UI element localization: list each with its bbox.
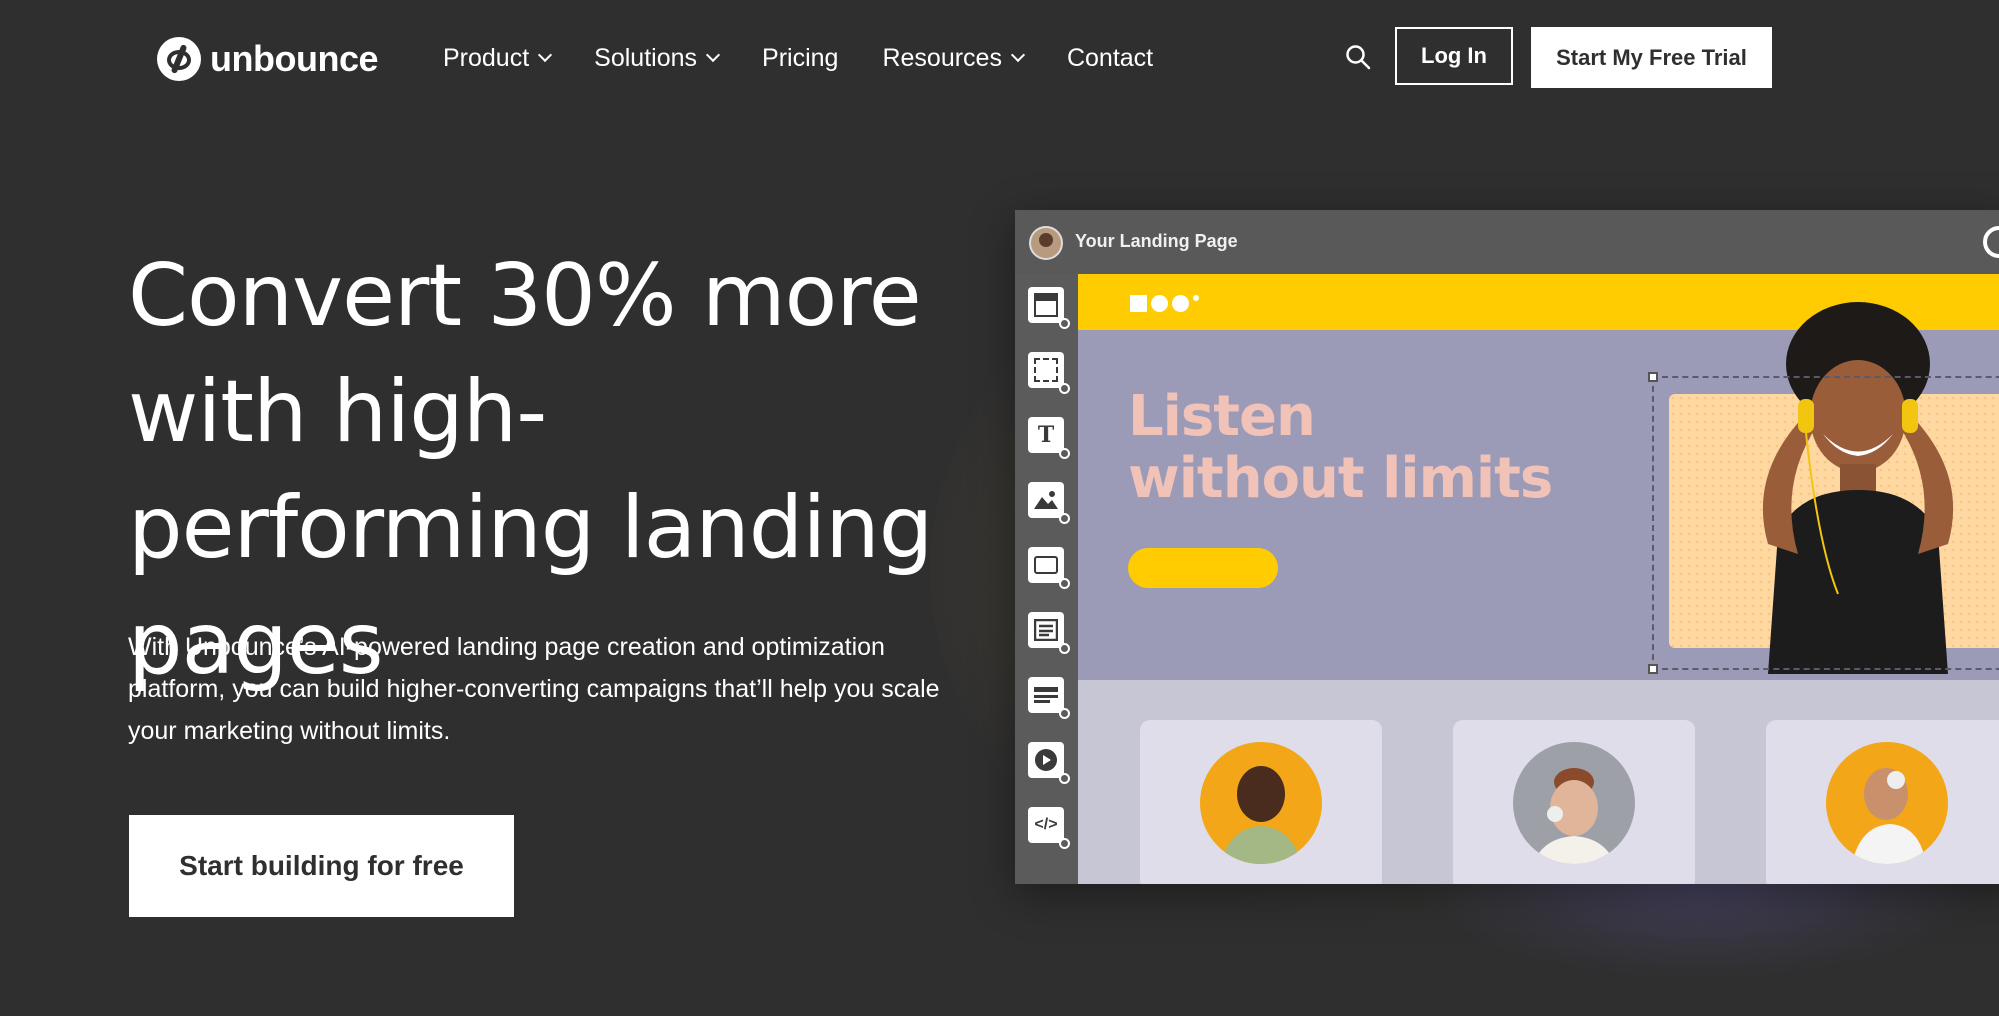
avatar (1029, 226, 1063, 260)
start-free-trial-button[interactable]: Start My Free Trial (1531, 27, 1772, 88)
builder-mockup: Your Landing Page T </> Listen without l… (1015, 210, 1999, 884)
box-icon (1028, 352, 1070, 394)
start-building-button[interactable]: Start building for free (129, 815, 514, 917)
chevron-down-icon (538, 47, 553, 63)
help-icon (1983, 226, 1999, 258)
list-icon (1028, 677, 1070, 719)
brand-name: unbounce (210, 38, 378, 79)
page-canvas: Listen without limits (1078, 274, 1999, 884)
nav-item-label: Pricing (762, 43, 839, 72)
nav-item-label: Contact (1066, 43, 1154, 72)
form-icon (1028, 612, 1070, 654)
mockup-title-bar: Your Landing Page (1015, 210, 1999, 274)
button-icon (1028, 547, 1070, 589)
unbounce-logo[interactable]: unbounce (157, 36, 378, 82)
sample-headline: Listen without limits (1128, 384, 1553, 511)
search-icon[interactable] (1345, 44, 1371, 70)
login-button[interactable]: Log In (1395, 27, 1513, 85)
nav-item-resources[interactable]: Resources (882, 38, 1026, 78)
chevron-down-icon (1010, 47, 1026, 63)
sample-cta-button (1128, 548, 1278, 588)
nav-item-label: Solutions (594, 43, 698, 72)
section-icon (1028, 287, 1070, 329)
sample-card (1453, 720, 1695, 884)
unbounce-logo-icon (157, 37, 201, 81)
sample-card-photo (1513, 742, 1635, 864)
sample-brand-logo (1130, 294, 1199, 312)
chevron-down-icon (705, 47, 721, 63)
sample-card-photo (1200, 742, 1322, 864)
text-icon: T (1028, 417, 1070, 459)
video-icon (1028, 742, 1070, 784)
main-menu: Product Solutions Pricing Resources Cont… (443, 38, 1153, 78)
sample-card (1766, 720, 1999, 884)
code-icon: </> (1028, 807, 1070, 849)
nav-item-pricing[interactable]: Pricing (762, 38, 838, 78)
sample-cards-row (1078, 680, 1999, 884)
sample-card-photo (1826, 742, 1948, 864)
mockup-window-title: Your Landing Page (1075, 231, 1238, 251)
hero-subtitle: With Unbounce’s AI-powered landing page … (128, 633, 940, 745)
image-icon (1028, 482, 1070, 524)
nav-item-contact[interactable]: Contact (1067, 38, 1153, 78)
builder-toolbar: T </> (1015, 274, 1078, 884)
nav-item-product[interactable]: Product (443, 38, 553, 78)
selection-box (1648, 372, 1999, 674)
nav-item-label: Product (443, 43, 530, 72)
top-navigation: unbounce Product Solutions Pricing Resou… (0, 0, 1999, 116)
nav-item-label: Resources (882, 43, 1002, 72)
nav-item-solutions[interactable]: Solutions (594, 38, 721, 78)
sample-card (1140, 720, 1382, 884)
